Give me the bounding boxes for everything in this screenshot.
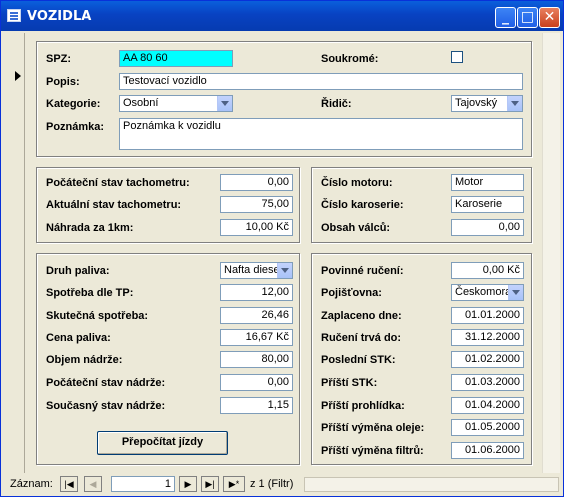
kategorie-label: Kategorie:	[46, 98, 101, 110]
new-record-button[interactable]: ▶*	[223, 476, 245, 492]
pojistovna-combo[interactable]: Českomoravská	[451, 284, 524, 301]
title-bar[interactable]: VOZIDLA _ □ ✕	[1, 1, 563, 31]
obsah-label: Obsah válců:	[321, 222, 391, 234]
record-selector[interactable]	[4, 33, 25, 473]
chevron-down-icon[interactable]	[508, 285, 523, 300]
posledni-stk-field[interactable]: 01.02.2000	[451, 351, 524, 368]
chevron-down-icon[interactable]	[277, 263, 292, 278]
pocatecni-tacho-label: Počáteční stav tachometru:	[46, 177, 190, 189]
ridic-label: Řidič:	[321, 98, 352, 110]
cislo-motoru-label: Číslo motoru:	[321, 177, 393, 189]
druh-paliva-label: Druh paliva:	[46, 265, 110, 277]
aktualni-tacho-label: Aktuální stav tachometru:	[46, 199, 182, 211]
pristi-prohlidka-field[interactable]: 01.04.2000	[451, 397, 524, 414]
objem-nadrze-label: Objem nádrže:	[46, 354, 123, 366]
pristi-stk-label: Příští STK:	[321, 377, 378, 389]
record-count-text: z 1 (Filtr)	[250, 478, 294, 490]
cislo-motoru-field[interactable]: Motor	[451, 174, 524, 191]
zaplaceno-label: Zaplaceno dne:	[321, 310, 402, 322]
pristi-stk-field[interactable]: 01.03.2000	[451, 374, 524, 391]
vymena-filtru-label: Příští výměna filtrů:	[321, 445, 424, 457]
kategorie-value: Osobní	[123, 97, 159, 109]
spotreba-tp-field[interactable]: 12,00	[220, 284, 293, 301]
ridic-combo[interactable]: Tajovský	[451, 95, 523, 112]
nahrada-field[interactable]: 10,00 Kč	[220, 219, 293, 236]
current-record-arrow-icon	[15, 71, 21, 81]
vymena-oleje-label: Příští výměna oleje:	[321, 422, 425, 434]
skutecna-spotreba-label: Skutečná spotřeba:	[46, 310, 149, 322]
minimize-button[interactable]: _	[495, 7, 516, 28]
cislo-karoserie-label: Číslo karoserie:	[321, 199, 404, 211]
spz-field[interactable]: AA 80 60	[119, 50, 233, 67]
recalculate-trips-button[interactable]: Přepočítat jízdy	[97, 431, 228, 455]
ruceni-trva-field[interactable]: 31.12.2000	[451, 329, 524, 346]
soukrome-checkbox[interactable]	[451, 51, 463, 63]
druh-paliva-value: Nafta diesel	[224, 264, 283, 276]
form-icon	[7, 9, 21, 22]
previous-record-button[interactable]: ◀	[84, 476, 102, 492]
soucasny-stav-field[interactable]: 1,15	[220, 397, 293, 414]
form-window: VOZIDLA _ □ ✕ SPZ: AA 80 60 Soukromé: Po…	[0, 0, 564, 497]
next-record-button[interactable]: ▶	[179, 476, 197, 492]
skutecna-spotreba-field[interactable]: 26,46	[220, 307, 293, 324]
poznamka-field[interactable]: Poznámka k vozidlu	[119, 118, 523, 150]
pojistovna-label: Pojišťovna:	[321, 287, 382, 299]
cislo-karoserie-field[interactable]: Karoserie	[451, 196, 524, 213]
spotreba-tp-label: Spotřeba dle TP:	[46, 287, 134, 299]
horizontal-scrollbar[interactable]	[304, 477, 559, 492]
pocatecni-nadrz-label: Počáteční stav nádrže:	[46, 377, 166, 389]
druh-paliva-combo[interactable]: Nafta diesel	[220, 262, 293, 279]
pocatecni-nadrz-field[interactable]: 0,00	[220, 374, 293, 391]
popis-field[interactable]: Testovací vozidlo	[119, 73, 523, 90]
ridic-value: Tajovský	[455, 97, 498, 109]
vertical-scrollbar[interactable]	[542, 33, 560, 473]
objem-nadrze-field[interactable]: 80,00	[220, 351, 293, 368]
povinne-ruceni-label: Povinné ručení:	[321, 265, 404, 277]
first-record-button[interactable]: |◀	[60, 476, 78, 492]
soukrome-label: Soukromé:	[321, 53, 379, 65]
posledni-stk-label: Poslední STK:	[321, 354, 396, 366]
zaplaceno-field[interactable]: 01.01.2000	[451, 307, 524, 324]
zaznam-label: Záznam:	[10, 478, 53, 490]
spz-label: SPZ:	[46, 53, 72, 65]
current-record-field[interactable]: 1	[111, 476, 175, 492]
pristi-prohlidka-label: Příští prohlídka:	[321, 400, 405, 412]
poznamka-label: Poznámka:	[46, 121, 105, 133]
obsah-field[interactable]: 0,00	[451, 219, 524, 236]
vymena-oleje-field[interactable]: 01.05.2000	[451, 419, 524, 436]
maximize-button[interactable]: □	[517, 7, 538, 28]
chevron-down-icon[interactable]	[217, 96, 232, 111]
aktualni-tacho-field[interactable]: 75,00	[220, 196, 293, 213]
chevron-down-icon[interactable]	[507, 96, 522, 111]
nahrada-label: Náhrada za 1km:	[46, 222, 134, 234]
close-button[interactable]: ✕	[539, 7, 560, 28]
cena-paliva-field[interactable]: 16,67 Kč	[220, 329, 293, 346]
vymena-filtru-field[interactable]: 01.06.2000	[451, 442, 524, 459]
last-record-button[interactable]: ▶|	[201, 476, 219, 492]
cena-paliva-label: Cena paliva:	[46, 332, 111, 344]
popis-label: Popis:	[46, 76, 80, 88]
window-title: VOZIDLA	[27, 9, 92, 24]
kategorie-combo[interactable]: Osobní	[119, 95, 233, 112]
ruceni-trva-label: Ručení trvá do:	[321, 332, 402, 344]
pocatecni-tacho-field[interactable]: 0,00	[220, 174, 293, 191]
povinne-ruceni-field[interactable]: 0,00 Kč	[451, 262, 524, 279]
record-navigation-bar: Záznam: |◀ ◀ 1 ▶ ▶| ▶* z 1 (Filtr)	[4, 475, 560, 493]
soucasny-stav-label: Současný stav nádrže:	[46, 400, 166, 412]
